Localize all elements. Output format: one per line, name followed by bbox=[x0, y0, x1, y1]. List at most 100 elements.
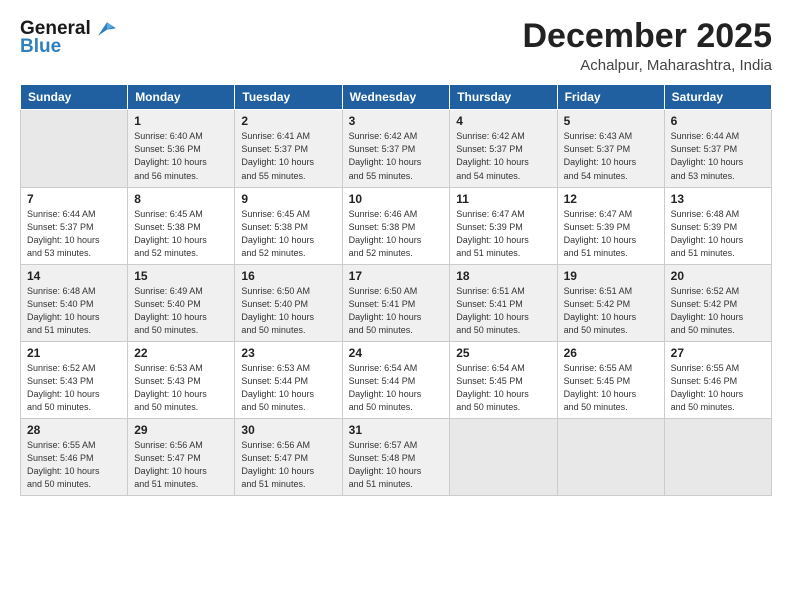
page: General Blue December 2025 Achalpur, Mah… bbox=[0, 0, 792, 612]
calendar-cell: 14Sunrise: 6:48 AM Sunset: 5:40 PM Dayli… bbox=[21, 264, 128, 341]
day-info: Sunrise: 6:48 AM Sunset: 5:39 PM Dayligh… bbox=[671, 208, 765, 260]
day-number: 1 bbox=[134, 114, 228, 128]
calendar-cell: 20 Sunrise: 6:52 AM Sunset: 5:42 PM Dayli… bbox=[664, 264, 771, 341]
calendar-cell: 29 Sunrise: 6:56 AM Sunset: 5:47 PM Dayli… bbox=[128, 419, 235, 496]
calendar-cell bbox=[557, 419, 664, 496]
day-info: Sunrise: 6:50 AM Sunset: 5:41 PM Dayligh… bbox=[349, 285, 444, 337]
day-info: Sunrise: 6:54 AM Sunset: 5:44 PM Dayligh… bbox=[349, 362, 444, 414]
weekday-header: Sunday bbox=[21, 85, 128, 110]
day-info: Sunrise: 6:51 AM Sunset: 5:42 PM Dayligh… bbox=[564, 285, 658, 337]
day-number: 9 bbox=[241, 192, 335, 206]
weekday-header: Monday bbox=[128, 85, 235, 110]
day-number: 18 bbox=[456, 269, 550, 283]
day-number: 17 bbox=[349, 269, 444, 283]
day-info: Sunrise: 6:42 AM Sunset: 5:37 PM Dayligh… bbox=[349, 130, 444, 182]
day-info: Sunrise: 6:47 AM Sunset: 5:39 PM Dayligh… bbox=[456, 208, 550, 260]
day-number: 20 bbox=[671, 269, 765, 283]
calendar-cell: 2 Sunrise: 6:41 AM Sunset: 5:37 PM Daylig… bbox=[235, 110, 342, 187]
day-info: Sunrise: 6:52 AM Sunset: 5:43 PM Dayligh… bbox=[27, 362, 121, 414]
day-info: Sunrise: 6:53 AM Sunset: 5:43 PM Dayligh… bbox=[134, 362, 228, 414]
day-info: Sunrise: 6:45 AM Sunset: 5:38 PM Dayligh… bbox=[134, 208, 228, 260]
calendar-cell: 9 Sunrise: 6:45 AM Sunset: 5:38 PM Daylig… bbox=[235, 187, 342, 264]
weekday-header: Saturday bbox=[664, 85, 771, 110]
calendar-cell: 24 Sunrise: 6:54 AM Sunset: 5:44 PM Dayli… bbox=[342, 341, 450, 418]
calendar-cell: 8 Sunrise: 6:45 AM Sunset: 5:38 PM Daylig… bbox=[128, 187, 235, 264]
calendar-cell: 18Sunrise: 6:51 AM Sunset: 5:41 PM Dayli… bbox=[450, 264, 557, 341]
day-info: Sunrise: 6:52 AM Sunset: 5:42 PM Dayligh… bbox=[671, 285, 765, 337]
calendar-cell: 5Sunrise: 6:43 AM Sunset: 5:37 PM Daylig… bbox=[557, 110, 664, 187]
calendar-cell: 11 Sunrise: 6:47 AM Sunset: 5:39 PM Dayli… bbox=[450, 187, 557, 264]
day-number: 23 bbox=[241, 346, 335, 360]
calendar: SundayMondayTuesdayWednesdayThursdayFrid… bbox=[20, 84, 772, 496]
day-number: 25 bbox=[456, 346, 550, 360]
day-number: 24 bbox=[349, 346, 444, 360]
calendar-cell: 22Sunrise: 6:53 AM Sunset: 5:43 PM Dayli… bbox=[128, 341, 235, 418]
day-info: Sunrise: 6:45 AM Sunset: 5:38 PM Dayligh… bbox=[241, 208, 335, 260]
day-info: Sunrise: 6:46 AM Sunset: 5:38 PM Dayligh… bbox=[349, 208, 444, 260]
day-info: Sunrise: 6:57 AM Sunset: 5:48 PM Dayligh… bbox=[349, 439, 444, 491]
calendar-week-row: 14Sunrise: 6:48 AM Sunset: 5:40 PM Dayli… bbox=[21, 264, 772, 341]
header: General Blue December 2025 Achalpur, Mah… bbox=[20, 18, 772, 74]
calendar-cell: 1 Sunrise: 6:40 AM Sunset: 5:36 PM Daylig… bbox=[128, 110, 235, 187]
day-info: Sunrise: 6:55 AM Sunset: 5:46 PM Dayligh… bbox=[27, 439, 121, 491]
day-number: 6 bbox=[671, 114, 765, 128]
calendar-cell: 21 Sunrise: 6:52 AM Sunset: 5:43 PM Dayli… bbox=[21, 341, 128, 418]
day-number: 27 bbox=[671, 346, 765, 360]
calendar-cell: 4Sunrise: 6:42 AM Sunset: 5:37 PM Daylig… bbox=[450, 110, 557, 187]
day-info: Sunrise: 6:44 AM Sunset: 5:37 PM Dayligh… bbox=[671, 130, 765, 182]
calendar-cell: 13Sunrise: 6:48 AM Sunset: 5:39 PM Dayli… bbox=[664, 187, 771, 264]
month-title: December 2025 bbox=[522, 18, 772, 55]
day-info: Sunrise: 6:44 AM Sunset: 5:37 PM Dayligh… bbox=[27, 208, 121, 260]
day-number: 26 bbox=[564, 346, 658, 360]
day-info: Sunrise: 6:43 AM Sunset: 5:37 PM Dayligh… bbox=[564, 130, 658, 182]
weekday-header: Thursday bbox=[450, 85, 557, 110]
calendar-cell bbox=[21, 110, 128, 187]
day-number: 31 bbox=[349, 423, 444, 437]
day-number: 14 bbox=[27, 269, 121, 283]
day-number: 19 bbox=[564, 269, 658, 283]
calendar-week-row: 21 Sunrise: 6:52 AM Sunset: 5:43 PM Dayli… bbox=[21, 341, 772, 418]
day-info: Sunrise: 6:56 AM Sunset: 5:47 PM Dayligh… bbox=[134, 439, 228, 491]
day-info: Sunrise: 6:56 AM Sunset: 5:47 PM Dayligh… bbox=[241, 439, 335, 491]
day-number: 7 bbox=[27, 192, 121, 206]
day-number: 28 bbox=[27, 423, 121, 437]
calendar-week-row: 1 Sunrise: 6:40 AM Sunset: 5:36 PM Daylig… bbox=[21, 110, 772, 187]
day-info: Sunrise: 6:40 AM Sunset: 5:36 PM Dayligh… bbox=[134, 130, 228, 182]
weekday-header: Friday bbox=[557, 85, 664, 110]
calendar-cell: 16 Sunrise: 6:50 AM Sunset: 5:40 PM Dayli… bbox=[235, 264, 342, 341]
calendar-cell: 31 Sunrise: 6:57 AM Sunset: 5:48 PM Dayli… bbox=[342, 419, 450, 496]
calendar-header-row: SundayMondayTuesdayWednesdayThursdayFrid… bbox=[21, 85, 772, 110]
logo-blue: Blue bbox=[20, 36, 61, 58]
calendar-cell: 30Sunrise: 6:56 AM Sunset: 5:47 PM Dayli… bbox=[235, 419, 342, 496]
day-info: Sunrise: 6:50 AM Sunset: 5:40 PM Dayligh… bbox=[241, 285, 335, 337]
calendar-cell bbox=[450, 419, 557, 496]
calendar-week-row: 7 Sunrise: 6:44 AM Sunset: 5:37 PM Daylig… bbox=[21, 187, 772, 264]
day-info: Sunrise: 6:47 AM Sunset: 5:39 PM Dayligh… bbox=[564, 208, 658, 260]
day-number: 8 bbox=[134, 192, 228, 206]
calendar-cell: 12 Sunrise: 6:47 AM Sunset: 5:39 PM Dayli… bbox=[557, 187, 664, 264]
day-info: Sunrise: 6:54 AM Sunset: 5:45 PM Dayligh… bbox=[456, 362, 550, 414]
calendar-cell: 23 Sunrise: 6:53 AM Sunset: 5:44 PM Dayli… bbox=[235, 341, 342, 418]
day-number: 2 bbox=[241, 114, 335, 128]
calendar-cell: 10Sunrise: 6:46 AM Sunset: 5:38 PM Dayli… bbox=[342, 187, 450, 264]
day-info: Sunrise: 6:49 AM Sunset: 5:40 PM Dayligh… bbox=[134, 285, 228, 337]
day-info: Sunrise: 6:41 AM Sunset: 5:37 PM Dayligh… bbox=[241, 130, 335, 182]
logo: General Blue bbox=[20, 18, 116, 58]
day-info: Sunrise: 6:53 AM Sunset: 5:44 PM Dayligh… bbox=[241, 362, 335, 414]
day-number: 15 bbox=[134, 269, 228, 283]
calendar-cell: 6 Sunrise: 6:44 AM Sunset: 5:37 PM Daylig… bbox=[664, 110, 771, 187]
day-number: 21 bbox=[27, 346, 121, 360]
calendar-cell: 19 Sunrise: 6:51 AM Sunset: 5:42 PM Dayli… bbox=[557, 264, 664, 341]
calendar-cell: 7 Sunrise: 6:44 AM Sunset: 5:37 PM Daylig… bbox=[21, 187, 128, 264]
calendar-cell: 25 Sunrise: 6:54 AM Sunset: 5:45 PM Dayli… bbox=[450, 341, 557, 418]
calendar-cell: 17 Sunrise: 6:50 AM Sunset: 5:41 PM Dayli… bbox=[342, 264, 450, 341]
location: Achalpur, Maharashtra, India bbox=[522, 57, 772, 74]
calendar-cell: 27 Sunrise: 6:55 AM Sunset: 5:46 PM Dayli… bbox=[664, 341, 771, 418]
day-number: 11 bbox=[456, 192, 550, 206]
day-info: Sunrise: 6:55 AM Sunset: 5:46 PM Dayligh… bbox=[671, 362, 765, 414]
day-number: 29 bbox=[134, 423, 228, 437]
calendar-cell: 15 Sunrise: 6:49 AM Sunset: 5:40 PM Dayli… bbox=[128, 264, 235, 341]
day-number: 16 bbox=[241, 269, 335, 283]
day-number: 12 bbox=[564, 192, 658, 206]
calendar-cell: 3Sunrise: 6:42 AM Sunset: 5:37 PM Daylig… bbox=[342, 110, 450, 187]
